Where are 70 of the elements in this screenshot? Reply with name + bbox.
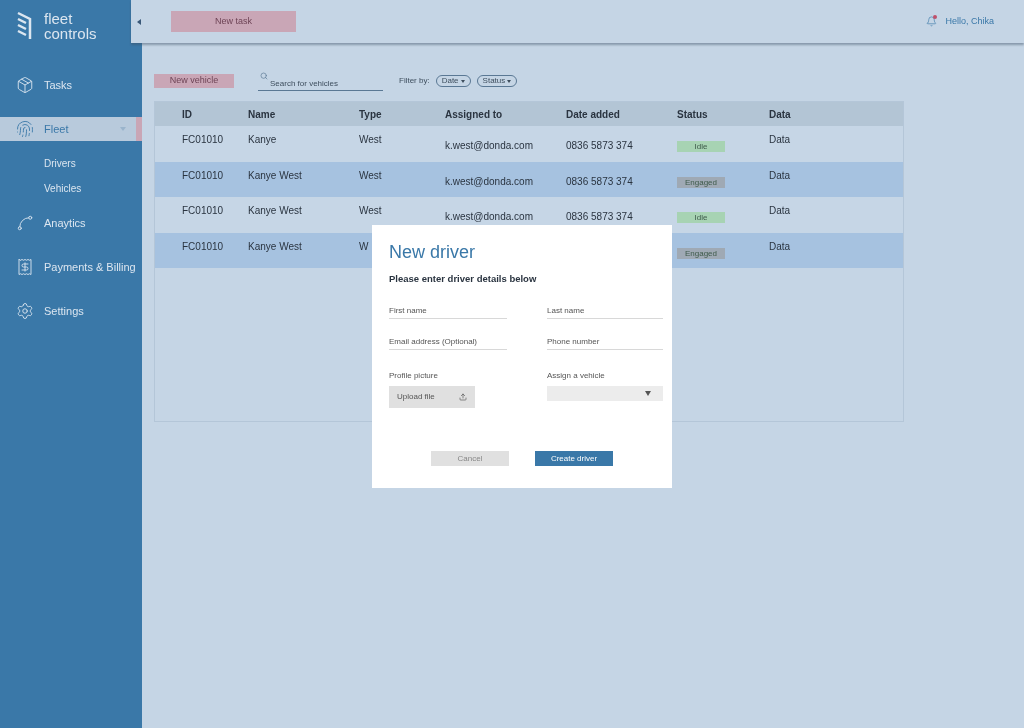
upload-button[interactable]: Upload file — [389, 386, 475, 409]
table-cell-text: k.west@donda.com — [445, 174, 534, 189]
greeting: Hello, Chika — [945, 14, 994, 28]
status-badge: Idle — [677, 141, 725, 152]
sidebar-item[interactable]: Fleet — [0, 117, 142, 141]
table-cell-text: Data — [769, 168, 792, 183]
logo-text: fleet — [44, 10, 74, 26]
column-header: Status — [677, 107, 709, 122]
column-header: Data — [769, 107, 792, 122]
column-header: Name — [248, 107, 277, 122]
table-cell-text: Kanye West — [248, 204, 303, 218]
table-cell-text: Kanye West — [248, 239, 303, 254]
table-cell-text: Data — [769, 133, 792, 147]
field-label: Assign a vehicle — [547, 370, 606, 383]
column-header: ID — [182, 107, 193, 122]
caret-icon — [460, 79, 465, 83]
logo-text: controls — [44, 25, 97, 41]
table-cell-text: FC01010 — [182, 133, 225, 147]
caret-icon — [507, 79, 512, 83]
create-driver-button[interactable]: Create driver — [535, 451, 613, 467]
cancel-button[interactable]: Cancel — [431, 451, 509, 467]
status-badge: Engaged — [677, 247, 725, 259]
status-badge: Idle — [677, 212, 725, 223]
status-badge: Engaged — [677, 176, 725, 188]
sidebar-item[interactable]: Settings — [0, 299, 142, 323]
table-cell-text: 0836 5873 374 — [566, 210, 634, 224]
upload-icon — [459, 393, 467, 402]
table-cell-text: W — [359, 239, 369, 254]
sidebar-subitem[interactable]: Drivers — [0, 151, 142, 176]
column-header: Type — [359, 107, 383, 122]
table-cell-text: Data — [769, 204, 792, 218]
search-field[interactable]: Search for vehicles — [258, 77, 383, 91]
table-cell-text: FC01010 — [182, 204, 225, 218]
table-cell-text: k.west@donda.com — [445, 210, 534, 224]
box-icon — [16, 76, 34, 94]
field-label: Profile picture — [389, 370, 439, 383]
table-cell-text: 0836 5873 374 — [566, 139, 634, 153]
text-field[interactable]: Email address (Optional) — [389, 333, 507, 351]
sidebar-item[interactable]: Anaytics — [0, 211, 142, 235]
column-header: Assigned to — [445, 107, 504, 122]
search-icon — [260, 72, 268, 80]
table-cell-text: Data — [769, 239, 792, 254]
column-header: Date added — [566, 107, 621, 122]
table-cell-text: FC01010 — [182, 168, 225, 183]
receipt-icon — [16, 258, 34, 276]
text-field[interactable]: Last name — [547, 302, 663, 320]
table-cell-text: Kanye West — [248, 168, 303, 183]
bell-icon[interactable] — [926, 16, 938, 27]
table-cell-text: 0836 5873 374 — [566, 174, 634, 189]
new-task-button[interactable]: New task — [171, 11, 296, 32]
dialog-subtitle: Please enter driver details below — [389, 272, 538, 286]
sidebar-item[interactable]: Tasks — [0, 73, 142, 97]
table-cell-text: West — [359, 133, 382, 147]
caret-icon — [645, 391, 651, 397]
table-cell-text: West — [359, 204, 382, 218]
text-field[interactable]: Phone number — [547, 333, 663, 351]
table-cell-text: FC01010 — [182, 239, 225, 254]
sidebar-item[interactable]: Payments & Billing — [0, 255, 142, 279]
text-field[interactable]: First name — [389, 302, 507, 320]
table-cell-text: k.west@donda.com — [445, 139, 534, 153]
dialog-title: New driver — [389, 241, 477, 264]
sidebar-subitem[interactable]: Vehicles — [0, 176, 142, 201]
gear-icon — [16, 302, 34, 320]
route-icon — [16, 214, 34, 232]
table-cell-text: Kanye — [248, 133, 278, 147]
new-vehicle-button[interactable]: New vehicle — [154, 74, 234, 88]
fingerprint-icon — [16, 120, 34, 138]
filter-label: Filter by: — [399, 75, 430, 87]
collapse-icon[interactable] — [137, 18, 141, 25]
table-cell-text: West — [359, 168, 382, 183]
